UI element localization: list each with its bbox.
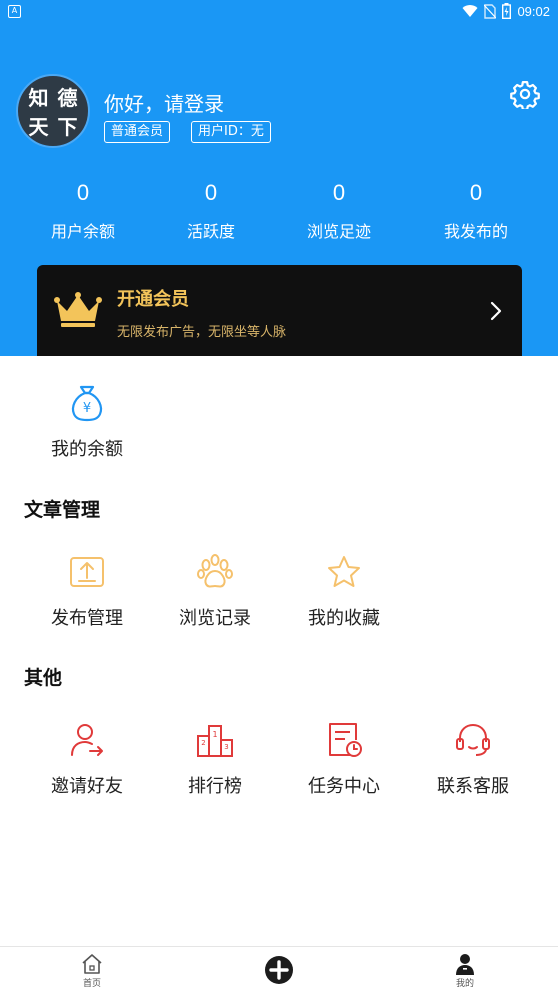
tab-add[interactable] bbox=[239, 947, 319, 985]
user-id-badge: 用户ID：无 bbox=[191, 121, 271, 143]
leaderboard-button[interactable]: 1 2 3 排行榜 bbox=[150, 720, 280, 798]
stat-value: 0 bbox=[204, 180, 218, 205]
stat-label: 我发布的 bbox=[443, 222, 508, 241]
favorites-label: 我的收藏 bbox=[308, 608, 380, 629]
battery-icon bbox=[502, 3, 512, 19]
bottom-tab-bar: 首页 我的 bbox=[0, 946, 558, 995]
task-center-button[interactable]: 任务中心 bbox=[279, 720, 409, 798]
stat-balance[interactable]: 0 用户余额 bbox=[23, 178, 143, 242]
stat-label: 活跃度 bbox=[186, 222, 235, 241]
gear-icon[interactable] bbox=[510, 79, 540, 109]
status-bar: A 09:02 bbox=[0, 0, 558, 24]
vip-banner[interactable]: 开通会员 无限发布广告，无限坐等人脉 bbox=[37, 265, 522, 356]
crown-icon bbox=[54, 292, 102, 327]
svg-text:1: 1 bbox=[212, 730, 217, 739]
home-icon bbox=[82, 954, 102, 974]
money-bag-icon: ¥ bbox=[71, 385, 103, 422]
avatar-char: 德 bbox=[57, 86, 78, 110]
my-balance-label: 我的余额 bbox=[51, 439, 123, 460]
stat-label: 用户余额 bbox=[50, 222, 115, 241]
svg-text:¥: ¥ bbox=[83, 401, 91, 416]
upload-icon bbox=[70, 557, 104, 587]
star-icon bbox=[328, 556, 360, 587]
tab-home-label: 首页 bbox=[82, 979, 101, 989]
svg-text:3: 3 bbox=[224, 743, 228, 751]
login-prompt[interactable]: 你好，请登录 bbox=[104, 88, 224, 117]
no-sim-icon bbox=[484, 3, 497, 19]
stat-value: 0 bbox=[469, 180, 483, 205]
stat-activity[interactable]: 0 活跃度 bbox=[151, 178, 271, 242]
avatar-char: 天 bbox=[28, 115, 49, 139]
svg-text:2: 2 bbox=[201, 739, 205, 747]
invite-user-icon bbox=[71, 724, 103, 756]
browse-history-button[interactable]: 浏览记录 bbox=[150, 552, 280, 630]
user-icon bbox=[456, 954, 474, 975]
task-center-label: 任务中心 bbox=[308, 776, 380, 797]
podium-icon: 1 2 3 bbox=[197, 725, 233, 757]
publish-manage-label: 发布管理 bbox=[51, 608, 123, 629]
my-balance-button[interactable]: ¥ 我的余额 bbox=[22, 383, 152, 461]
tab-mine-label: 我的 bbox=[455, 979, 474, 989]
profile-header: A 09:02 知 德 天 下 你好，请登录 普通会员 用户ID：无 0 用户余… bbox=[0, 0, 558, 356]
invite-friends-label: 邀请好友 bbox=[51, 776, 123, 797]
stat-history[interactable]: 0 浏览足迹 bbox=[279, 178, 399, 242]
customer-service-button[interactable]: 联系客服 bbox=[408, 720, 538, 798]
avatar-char: 下 bbox=[57, 115, 78, 139]
headset-icon bbox=[456, 723, 490, 756]
section-title-articles: 文章管理 bbox=[24, 499, 101, 521]
stat-value: 0 bbox=[332, 180, 346, 205]
leaderboard-label: 排行榜 bbox=[188, 776, 242, 797]
section-title-other: 其他 bbox=[24, 667, 63, 689]
stat-label: 浏览足迹 bbox=[306, 222, 371, 241]
add-icon bbox=[265, 956, 293, 984]
clock: 09:02 bbox=[517, 3, 550, 19]
task-icon bbox=[329, 723, 362, 757]
publish-manage-button[interactable]: 发布管理 bbox=[22, 552, 152, 630]
vip-title: 开通会员 bbox=[117, 289, 189, 310]
stat-value: 0 bbox=[76, 180, 90, 205]
notification-icon: A bbox=[8, 5, 21, 18]
chevron-right-icon bbox=[490, 301, 502, 321]
member-level-badge: 普通会员 bbox=[104, 121, 171, 143]
wifi-icon bbox=[462, 5, 478, 18]
vip-subtitle: 无限发布广告，无限坐等人脉 bbox=[117, 325, 287, 340]
avatar-char: 知 bbox=[28, 86, 49, 110]
tab-mine[interactable]: 我的 bbox=[425, 947, 505, 989]
invite-friends-button[interactable]: 邀请好友 bbox=[22, 720, 152, 798]
avatar[interactable]: 知 德 天 下 bbox=[16, 74, 90, 148]
customer-service-label: 联系客服 bbox=[437, 776, 509, 797]
paw-icon bbox=[197, 554, 233, 588]
stat-published[interactable]: 0 我发布的 bbox=[416, 178, 536, 242]
browse-history-label: 浏览记录 bbox=[179, 608, 251, 629]
tab-home[interactable]: 首页 bbox=[52, 947, 132, 989]
favorites-button[interactable]: 我的收藏 bbox=[279, 552, 409, 630]
